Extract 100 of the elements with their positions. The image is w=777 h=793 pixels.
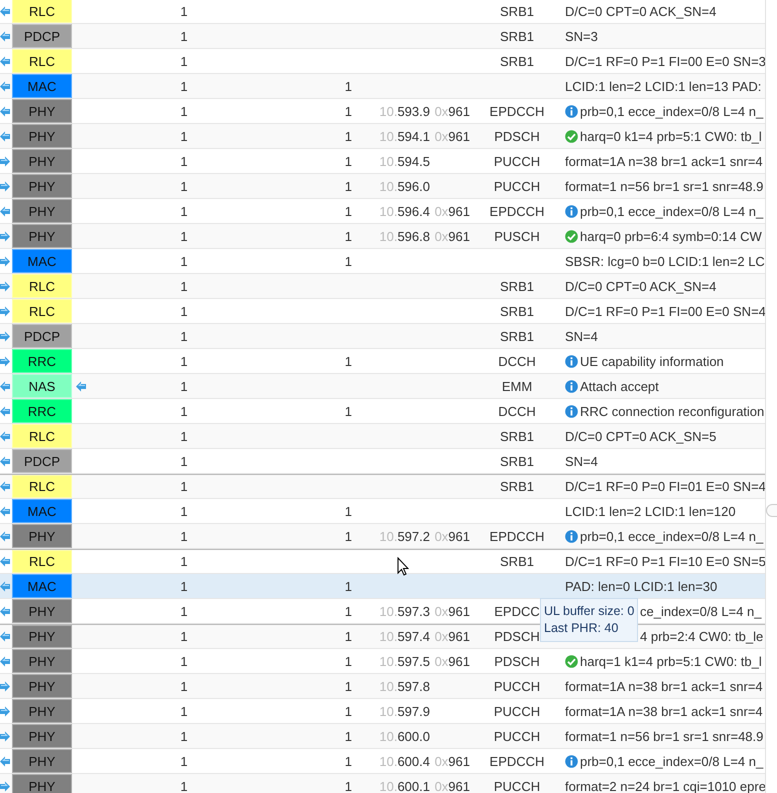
table-row[interactable]: MAC 1 1 PAD: len=0 LCID:1 len=30 [0,574,765,599]
table-cell: 1 [180,528,188,544]
table-cell: 1 [344,78,352,94]
channel-cell: DCCH [498,404,536,418]
message-cell: format=1A n=38 br=1 ack=1 snr=4 [565,154,763,168]
layer-cell: PHY [12,599,72,623]
rnti-cell: 0x961 [434,778,470,793]
layer-cell: MAC [12,74,72,98]
table-row[interactable]: RLC 1 SRB1 D/C=0 CPT=0 ACK_SN=5 [0,424,765,449]
info-icon [565,404,578,418]
table-cell: 1 [180,154,188,168]
table-row[interactable]: PHY 1 1 10.600.0 PUCCH format=1 n=56 br=1 sr=1 snr=48.9 [0,724,765,749]
layer-cell: PDCP [12,324,72,348]
channel-cell: PUCCH [494,728,540,744]
table-row[interactable]: RLC 1 SRB1 D/C=1 RF=0 P=1 FI=00 E=0 SN=3 [0,49,765,74]
table-cell: 1 [344,504,352,518]
table-cell: 1 [344,204,352,218]
table-row[interactable]: PDCP 1 SRB1 SN=3 [0,24,765,49]
scroll-thumb[interactable] [766,504,777,517]
layer-cell: RLC [12,475,72,498]
message-cell: SN=4 [565,328,598,344]
table-cell: 1 [344,178,352,194]
layer-cell: PHY [12,649,72,673]
table-cell: 1 [180,504,188,518]
table-cell: 1 [344,678,352,694]
layer-cell: RLC [12,299,72,323]
table-row[interactable]: PDCP 1 SRB1 SN=4 [0,324,765,349]
table-cell: 1 [180,604,188,618]
layer-cell: MAC [12,249,72,273]
table-row[interactable]: PHY 1 1 10.596.8 0x961 PUSCH harq=0 prb=6:4 symb=0:14 CW [0,224,765,249]
table-row[interactable]: PHY 1 1 10.593.9 0x961 EPDCCH prb=0,1 ecce_index=0/8 L=4 n_ [0,99,765,124]
table-cell: 1 [180,629,188,644]
message-cell: UE capability information [580,354,724,368]
rnti-cell: 0x961 [434,128,470,144]
table-row[interactable]: PHY 1 1 10.600.4 0x961 EPDCCH prb=0,1 ecce_index=0/8 L=4 n_ [0,749,765,774]
table-cell: 1 [344,404,352,418]
time-cell: 10.597.3 [379,604,430,618]
table-row[interactable]: NAS 1 EMM Attach accept [0,374,765,399]
info-icon [565,204,578,218]
message-cell: D/C=0 CPT=0 ACK_SN=4 [565,278,716,294]
table-row[interactable]: PHY 1 1 10.597.8 PUCCH format=1A n=38 br=1 ack=1 snr=4 [0,674,765,699]
table-row[interactable]: RLC 1 SRB1 D/C=0 CPT=0 ACK_SN=4 [0,274,765,299]
table-cell: 1 [344,728,352,744]
layer-cell: RLC [12,49,72,73]
table-row[interactable]: PHY 1 1 10.596.0 PUCCH format=1 n=56 br=1 sr=1 snr=48.9 [0,174,765,199]
table-row[interactable]: RRC 1 1 DCCH RRC connection reconfiguration [0,399,765,424]
channel-cell: SRB1 [500,4,534,18]
time-cell: 10.597.4 [379,629,430,644]
check-icon [565,230,578,242]
table-cell: 1 [344,704,352,718]
table-cell: 1 [180,778,188,793]
table-cell: 1 [180,78,188,94]
message-cell: Attach accept [580,378,659,394]
message-cell: D/C=1 RF=0 P=1 FI=00 E=0 SN=3 [565,54,766,68]
table-row[interactable]: RRC 1 1 DCCH UE capability information [0,349,765,374]
table-row[interactable]: MAC 1 1 LCID:1 len=2 LCID:1 len=13 PAD: [0,74,765,99]
table-row[interactable]: RLC 1 SRB1 D/C=1 RF=0 P=1 FI=00 E=0 SN=4 [0,299,765,324]
table-cell: 1 [344,128,352,144]
layer-cell: PHY [12,774,72,793]
table-cell: 1 [180,754,188,768]
table-row[interactable]: PHY 1 1 10.597.5 0x961 PDSCH harq=1 k1=4 prb=5:1 CW0: tb_l [0,649,765,674]
table-row[interactable]: MAC 1 1 SBSR: lcg=0 b=0 LCID:1 len=2 LC [0,249,765,274]
message-cell: SN=3 [565,28,598,44]
message-cell: RRC connection reconfiguration [580,404,764,418]
rnti-cell: 0x961 [434,629,470,644]
message-cell: format=2 n=24 br=1 cqi=1010 epre [565,778,766,793]
channel-cell: EPDCC [494,604,540,618]
table-cell: 1 [344,254,352,268]
table-cell: 1 [180,578,188,594]
table-cell: 1 [180,554,188,569]
table-row[interactable]: PHY 1 1 10.600.1 0x961 PUCCH format=2 n=24 br=1 cqi=1010 epre [0,774,765,793]
channel-cell: PDSCH [494,128,540,144]
layer-cell: PHY [12,724,72,748]
table-cell: 1 [344,654,352,668]
table-row[interactable]: PHY 1 1 10.597.2 0x961 EPDCCH prb=0,1 ecce_index=0/8 L=4 n_ [0,524,765,549]
layer-cell: RLC [12,0,72,23]
layer-cell: MAC [12,574,72,598]
table-row[interactable]: PDCP 1 SRB1 SN=4 [0,449,765,474]
table-row[interactable]: PHY 1 1 10.597.9 PUCCH format=1A n=38 br=1 ack=1 snr=4 [0,699,765,724]
table-row[interactable]: PHY 1 1 10.594.1 0x961 PDSCH harq=0 k1=4 prb=5:1 CW0: tb_l [0,124,765,149]
channel-cell: SRB1 [500,554,534,569]
table-row[interactable]: MAC 1 1 LCID:1 len=2 LCID:1 len=120 [0,499,765,524]
table-row[interactable]: PHY 1 1 10.594.5 PUCCH format=1A n=38 br=1 ack=1 snr=4 [0,149,765,174]
table-cell: 1 [180,54,188,68]
layer-cell: PHY [12,224,72,248]
table-row[interactable]: RLC 1 SRB1 D/C=1 RF=0 P=1 FI=10 E=0 SN=5 [0,549,765,574]
table-row[interactable]: RLC 1 SRB1 D/C=1 RF=0 P=0 FI=01 E=0 SN=4 [0,474,765,499]
message-cell: prb=0,1 ecce_index=0/8 L=4 n_ [580,528,764,544]
channel-cell: DCCH [498,354,536,368]
time-cell: 10.594.1 [379,128,430,144]
table-row[interactable]: RLC 1 SRB1 D/C=0 CPT=0 ACK_SN=4 [0,0,765,24]
table-cell: 1 [180,454,188,468]
message-cell: harq=1 k1=4 prb=5:1 CW0: tb_l [580,654,762,668]
layer-cell: RRC [12,399,72,423]
check-icon [565,130,578,142]
table-cell: 1 [180,104,188,118]
table-cell: 1 [180,304,188,318]
channel-cell: SRB1 [500,328,534,344]
table-row[interactable]: PHY 1 1 10.596.4 0x961 EPDCCH prb=0,1 ecce_index=0/8 L=4 n_ [0,199,765,224]
table-cell: 1 [180,728,188,744]
